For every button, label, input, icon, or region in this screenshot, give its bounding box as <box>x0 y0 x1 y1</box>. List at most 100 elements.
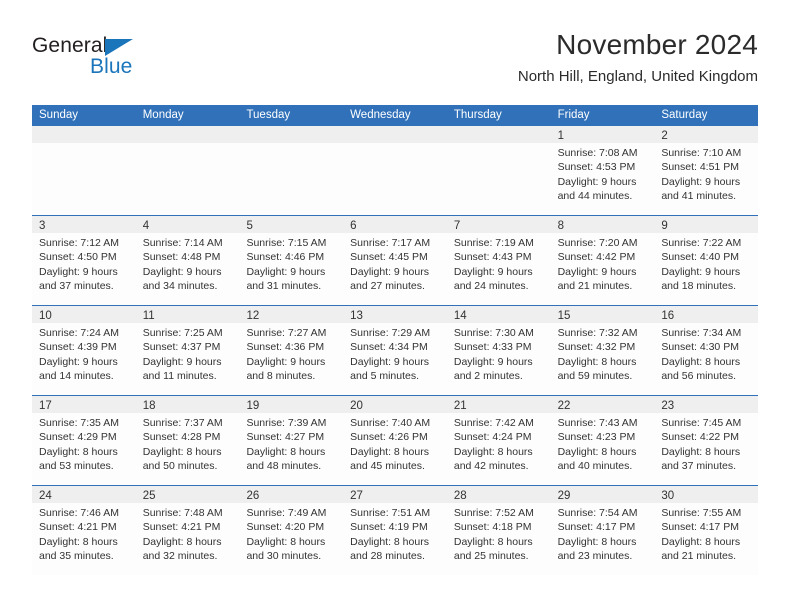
calendar-week-row: 10 Sunrise: 7:24 AM Sunset: 4:39 PM Dayligh… <box>32 305 759 395</box>
day-cell[interactable]: 14 Sunrise: 7:30 AM Sunset: 4:33 PM Dayligh… <box>446 306 551 395</box>
daylight-text-line2: and 40 minutes. <box>557 460 633 473</box>
daylight-text-line1: Daylight: 9 hours <box>661 175 741 188</box>
day-cell[interactable]: 17 Sunrise: 7:35 AM Sunset: 4:29 PM Dayligh… <box>32 396 136 485</box>
day-cell[interactable]: 29 Sunrise: 7:54 AM Sunset: 4:17 PM Dayligh… <box>550 486 655 575</box>
day-number: 17 <box>39 400 52 412</box>
sunset-text: Sunset: 4:20 PM <box>246 521 325 534</box>
sunset-text: Sunset: 4:51 PM <box>661 161 739 174</box>
day-number: 20 <box>350 400 363 412</box>
daylight-text-line2: and 25 minutes. <box>453 550 529 563</box>
day-cell[interactable]: 16 Sunrise: 7:34 AM Sunset: 4:30 PM Dayligh… <box>654 306 759 395</box>
daylight-text-line1: Daylight: 8 hours <box>453 445 533 458</box>
general-blue-logo[interactable]: General Blue <box>32 34 232 86</box>
sunset-text: Sunset: 4:32 PM <box>557 341 636 354</box>
day-cell[interactable]: 20 Sunrise: 7:40 AM Sunset: 4:26 PM Dayligh… <box>343 396 447 485</box>
sunrise-text: Sunrise: 7:22 AM <box>661 237 742 249</box>
day-cell[interactable]: 24 Sunrise: 7:46 AM Sunset: 4:21 PM Dayligh… <box>32 486 136 575</box>
daylight-text-line2: and 45 minutes. <box>350 460 425 473</box>
sunset-text: Sunset: 4:27 PM <box>246 431 325 444</box>
day-cell[interactable] <box>32 126 136 215</box>
day-cell[interactable]: 9 Sunrise: 7:22 AM Sunset: 4:40 PM Daylight… <box>654 216 759 305</box>
daylight-text-line1: Daylight: 9 hours <box>350 355 429 368</box>
sunrise-text: Sunrise: 7:27 AM <box>246 327 327 339</box>
day-cell[interactable] <box>135 126 240 215</box>
sunrise-text: Sunrise: 7:15 AM <box>246 237 327 249</box>
sunset-text: Sunset: 4:37 PM <box>142 341 221 354</box>
day-cell[interactable]: 28 Sunrise: 7:52 AM Sunset: 4:18 PM Dayligh… <box>446 486 551 575</box>
day-cell[interactable]: 13 Sunrise: 7:29 AM Sunset: 4:34 PM Dayligh… <box>343 306 447 395</box>
day-number: 29 <box>557 490 571 502</box>
daylight-text-line2: and 34 minutes. <box>142 280 218 293</box>
calendar-week-row: 3 Sunrise: 7:12 AM Sunset: 4:50 PM Daylight… <box>32 215 759 305</box>
sunset-text: Sunset: 4:29 PM <box>39 431 117 444</box>
daylight-text-line1: Daylight: 8 hours <box>39 445 118 458</box>
day-number: 12 <box>246 310 260 322</box>
day-cell[interactable]: 8 Sunrise: 7:20 AM Sunset: 4:42 PM Daylight… <box>550 216 655 305</box>
day-number: 25 <box>142 490 156 502</box>
day-cell[interactable]: 19 Sunrise: 7:39 AM Sunset: 4:27 PM Dayligh… <box>239 396 344 485</box>
daylight-text-line2: and 35 minutes. <box>39 550 114 563</box>
day-cell[interactable] <box>446 126 551 215</box>
daylight-text-line2: and 44 minutes. <box>557 190 633 203</box>
sunset-text: Sunset: 4:28 PM <box>142 431 221 444</box>
day-cell[interactable]: 1 Sunrise: 7:08 AM Sunset: 4:53 PM Daylight… <box>550 126 655 215</box>
sunset-text: Sunset: 4:50 PM <box>39 251 117 264</box>
day-number: 30 <box>661 490 675 502</box>
daylight-text-line1: Daylight: 8 hours <box>246 445 326 458</box>
day-cell[interactable]: 25 Sunrise: 7:48 AM Sunset: 4:21 PM Dayligh… <box>135 486 240 575</box>
day-cell[interactable] <box>239 126 344 215</box>
daylight-text-line1: Daylight: 9 hours <box>142 265 222 278</box>
day-cell[interactable]: 12 Sunrise: 7:27 AM Sunset: 4:36 PM Dayligh… <box>239 306 344 395</box>
day-cell[interactable] <box>343 126 447 215</box>
sunrise-text: Sunrise: 7:49 AM <box>246 507 327 519</box>
day-cell[interactable]: 26 Sunrise: 7:49 AM Sunset: 4:20 PM Dayligh… <box>239 486 344 575</box>
calendar-week-row: 1 Sunrise: 7:08 AM Sunset: 4:53 PM Daylight… <box>32 126 759 215</box>
day-number: 15 <box>557 310 571 322</box>
sunrise-text: Sunrise: 7:08 AM <box>557 147 638 159</box>
page-header: General Blue November 2024 North Hill, E… <box>32 28 758 98</box>
day-cell[interactable]: 22 Sunrise: 7:43 AM Sunset: 4:23 PM Dayligh… <box>550 396 655 485</box>
day-cell[interactable]: 18 Sunrise: 7:37 AM Sunset: 4:28 PM Dayligh… <box>135 396 240 485</box>
day-cell[interactable]: 4 Sunrise: 7:14 AM Sunset: 4:48 PM Daylight… <box>135 216 240 305</box>
day-cell[interactable]: 23 Sunrise: 7:45 AM Sunset: 4:22 PM Dayligh… <box>654 396 759 485</box>
day-cell[interactable]: 10 Sunrise: 7:24 AM Sunset: 4:39 PM Dayligh… <box>32 306 136 395</box>
sunset-text: Sunset: 4:21 PM <box>39 521 117 534</box>
day-number: 22 <box>557 400 571 412</box>
title-block: November 2024 North Hill, England, Unite… <box>518 28 758 88</box>
weekday-saturday: Saturday <box>661 109 708 121</box>
day-number: 5 <box>246 220 253 232</box>
daylight-text-line2: and 14 minutes. <box>39 370 114 383</box>
daylight-text-line1: Daylight: 8 hours <box>661 535 741 548</box>
day-cell[interactable]: 7 Sunrise: 7:19 AM Sunset: 4:43 PM Daylight… <box>446 216 551 305</box>
day-cell[interactable]: 27 Sunrise: 7:51 AM Sunset: 4:19 PM Dayligh… <box>343 486 447 575</box>
sunset-text: Sunset: 4:23 PM <box>557 431 636 444</box>
sunrise-text: Sunrise: 7:19 AM <box>453 237 534 249</box>
day-number: 18 <box>142 400 156 412</box>
day-cell[interactable]: 6 Sunrise: 7:17 AM Sunset: 4:45 PM Daylight… <box>343 216 447 305</box>
day-cell[interactable]: 3 Sunrise: 7:12 AM Sunset: 4:50 PM Daylight… <box>32 216 136 305</box>
day-number: 4 <box>142 220 150 232</box>
sunrise-text: Sunrise: 7:54 AM <box>557 507 638 519</box>
sunrise-text: Sunrise: 7:42 AM <box>453 417 534 429</box>
sunrise-text: Sunrise: 7:40 AM <box>350 417 431 429</box>
weekday-monday: Monday <box>142 109 184 121</box>
sunrise-text: Sunrise: 7:25 AM <box>142 327 223 339</box>
sunrise-text: Sunrise: 7:35 AM <box>39 417 119 429</box>
daylight-text-line2: and 31 minutes. <box>246 280 322 293</box>
day-cell[interactable]: 5 Sunrise: 7:15 AM Sunset: 4:46 PM Daylight… <box>239 216 344 305</box>
sunset-text: Sunset: 4:17 PM <box>661 521 739 534</box>
daylight-text-line1: Daylight: 8 hours <box>142 535 222 548</box>
day-cell[interactable]: 30 Sunrise: 7:55 AM Sunset: 4:17 PM Dayligh… <box>654 486 759 575</box>
daylight-text-line1: Daylight: 9 hours <box>350 265 429 278</box>
sunrise-text: Sunrise: 7:52 AM <box>453 507 534 519</box>
sunrise-text: Sunrise: 7:24 AM <box>39 327 119 339</box>
day-cell[interactable]: 2 Sunrise: 7:10 AM Sunset: 4:51 PM Daylight… <box>654 126 759 215</box>
sunset-text: Sunset: 4:18 PM <box>453 521 532 534</box>
weekday-tuesday: Tuesday <box>246 109 291 121</box>
sunset-text: Sunset: 4:36 PM <box>246 341 325 354</box>
sunrise-text: Sunrise: 7:14 AM <box>142 237 223 249</box>
daylight-text-line1: Daylight: 8 hours <box>39 535 118 548</box>
day-cell[interactable]: 15 Sunrise: 7:32 AM Sunset: 4:32 PM Dayligh… <box>550 306 655 395</box>
day-cell[interactable]: 11 Sunrise: 7:25 AM Sunset: 4:37 PM Dayligh… <box>135 306 240 395</box>
day-cell[interactable]: 21 Sunrise: 7:42 AM Sunset: 4:24 PM Dayligh… <box>446 396 551 485</box>
